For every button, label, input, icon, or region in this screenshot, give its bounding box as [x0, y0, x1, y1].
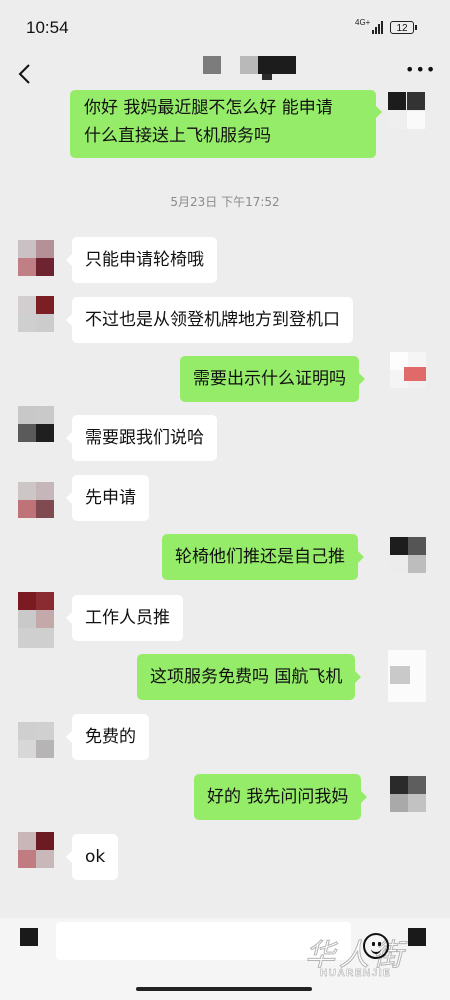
- status-bar: 10:54 4G+ 12: [0, 0, 450, 56]
- avatar[interactable]: [390, 537, 426, 573]
- battery-icon: 12: [390, 21, 417, 34]
- message-bubble-incoming[interactable]: ok: [65, 834, 119, 880]
- message-bubble-incoming[interactable]: 不过也是从领登机牌地方到登机口: [66, 297, 353, 343]
- message-bubble-outgoing[interactable]: 需要出示什么证明吗: [180, 356, 365, 402]
- message-bubble-incoming[interactable]: 工作人员推: [66, 595, 183, 641]
- message-bubble-incoming[interactable]: 只能申请轮椅哦: [66, 237, 217, 283]
- avatar[interactable]: [18, 240, 54, 276]
- message-bubble-incoming[interactable]: 先申请: [66, 475, 149, 521]
- home-indicator: [136, 987, 312, 991]
- avatar[interactable]: [388, 650, 426, 702]
- avatar[interactable]: [390, 352, 426, 388]
- contact-name-redacted: [200, 56, 310, 80]
- plus-icon[interactable]: [408, 928, 426, 946]
- message-bubble-incoming[interactable]: 需要跟我们说哈: [66, 415, 217, 461]
- voice-icon[interactable]: [20, 928, 38, 946]
- chat-header: •••: [0, 56, 450, 92]
- avatar[interactable]: [18, 722, 54, 758]
- signal-icon: [372, 20, 386, 34]
- avatar[interactable]: [390, 776, 426, 812]
- message-bubble-outgoing[interactable]: 你好 我妈最近腿不怎么好 能申请 什么直接送上飞机服务吗: [70, 90, 382, 158]
- more-dots-icon[interactable]: •••: [405, 60, 436, 79]
- message-bubble-incoming[interactable]: 免费的: [66, 714, 149, 760]
- avatar[interactable]: [388, 92, 426, 130]
- avatar[interactable]: [18, 592, 54, 648]
- avatar[interactable]: [18, 482, 54, 518]
- message-bubble-outgoing[interactable]: 轮椅他们推还是自己推: [162, 534, 364, 580]
- emoji-icon[interactable]: [363, 933, 389, 959]
- avatar[interactable]: [18, 296, 54, 332]
- avatar[interactable]: [18, 406, 54, 442]
- status-time: 10:54: [26, 18, 69, 37]
- message-timestamp: 5月23日 下午17:52: [170, 195, 280, 209]
- network-type: 4G+: [355, 18, 371, 27]
- message-bubble-outgoing[interactable]: 这项服务免费吗 国航飞机: [137, 654, 362, 700]
- chevron-left-icon[interactable]: [15, 62, 37, 86]
- message-text: 你好 我妈最近腿不怎么好 能申请 什么直接送上飞机服务吗: [84, 98, 333, 146]
- watermark-text-en: HUARENJIE: [320, 968, 392, 979]
- message-bubble-outgoing[interactable]: 好的 我先问问我妈: [194, 774, 368, 820]
- avatar[interactable]: [18, 832, 54, 868]
